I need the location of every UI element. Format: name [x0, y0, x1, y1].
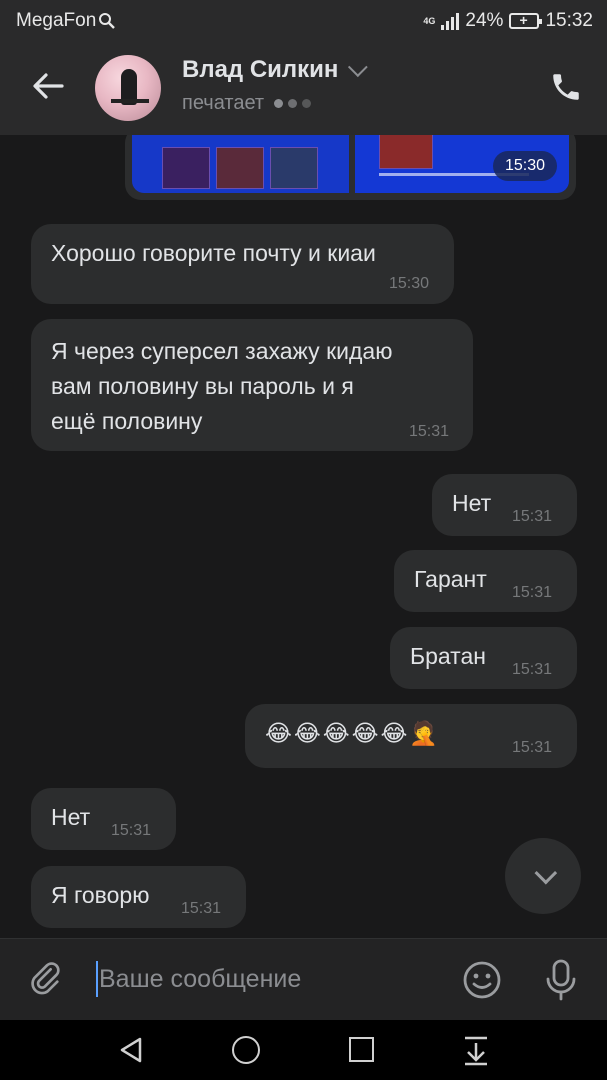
message-time: 15:30	[492, 151, 557, 181]
contact-name[interactable]: Влад Силкин	[182, 56, 369, 84]
photo-attachment[interactable]: 15:30	[355, 135, 569, 193]
typing-status-text: печатает	[182, 92, 265, 114]
message-text: Хорошо говорите почту и киаи	[51, 240, 376, 266]
text-caret	[96, 961, 98, 997]
carrier: MegaFon	[16, 10, 116, 32]
chevron-down-icon	[348, 57, 369, 78]
message-input[interactable]: Ваше сообщение	[96, 961, 301, 997]
microphone-icon[interactable]	[543, 958, 579, 1002]
chat-header: Влад Силкин печатает	[0, 42, 607, 135]
composer: Ваше сообщение	[0, 938, 607, 1021]
back-arrow-icon[interactable]	[30, 68, 66, 104]
typing-status: печатает	[182, 92, 312, 115]
message-incoming[interactable]: Хорошо говорите почту и киаи 15:30	[31, 224, 454, 304]
message-time: 15:31	[111, 822, 152, 839]
carrier-name: MegaFon	[16, 10, 97, 31]
message-list[interactable]: 15:30 Хорошо говорите почту и киаи 15:30…	[0, 135, 607, 938]
message-time: 15:31	[512, 661, 553, 678]
search-icon	[99, 13, 116, 29]
message-text: 😂😂😂😂😂🤦	[265, 721, 441, 747]
nav-notifications-icon[interactable]	[462, 1034, 490, 1066]
message-text: Я говорю	[51, 882, 150, 908]
battery-icon: +	[509, 12, 543, 29]
scroll-down-icon	[534, 861, 558, 885]
message-text: Нет	[452, 490, 492, 516]
smile-icon[interactable]	[462, 960, 502, 1000]
message-time: 15:31	[409, 423, 450, 440]
status-indicators: 4G 24% + 15:32	[423, 10, 593, 32]
message-time: 15:31	[512, 584, 553, 601]
typing-dots-icon	[274, 99, 312, 108]
network-type: 4G	[423, 15, 436, 26]
message-line: Я через суперсел захажу кидаю	[51, 338, 393, 364]
message-time: 15:30	[389, 275, 430, 292]
message-incoming[interactable]: Я через суперсел захажу кидаю вам полови…	[31, 319, 473, 451]
message-outgoing[interactable]: Нет 15:31	[432, 474, 577, 536]
signal-icon	[441, 12, 460, 30]
message-incoming[interactable]: Я говорю 15:31	[31, 866, 246, 928]
message-line: вам половину вы пароль и я	[51, 373, 354, 399]
message-incoming[interactable]: Нет 15:31	[31, 788, 176, 850]
avatar-desk	[111, 99, 149, 103]
battery-percent: 24%	[465, 10, 504, 31]
message-text: Нет	[51, 804, 91, 830]
system-nav-bar	[0, 1020, 607, 1080]
message-time: 15:31	[512, 739, 553, 756]
message-input-placeholder: Ваше сообщение	[99, 964, 302, 993]
message-outgoing[interactable]: Братан 15:31	[390, 627, 577, 689]
message-outgoing[interactable]: Гарант 15:31	[394, 550, 577, 612]
clock: 15:32	[545, 10, 593, 31]
message-outgoing[interactable]: 😂😂😂😂😂🤦 15:31	[245, 704, 577, 768]
paperclip-icon[interactable]	[28, 959, 68, 999]
message-time: 15:31	[512, 508, 553, 525]
message-time: 15:31	[181, 900, 222, 917]
status-bar: MegaFon 4G 24% + 15:32	[0, 0, 607, 42]
nav-recents-icon[interactable]	[349, 1037, 374, 1062]
phone-icon[interactable]	[549, 70, 583, 104]
message-text: Гарант	[414, 566, 487, 592]
nav-home-icon[interactable]	[232, 1036, 260, 1064]
message-line: ещё половину	[51, 408, 203, 434]
contact-name-text: Влад Силкин	[182, 56, 339, 83]
nav-back-icon[interactable]	[118, 1036, 146, 1064]
avatar[interactable]	[95, 55, 161, 121]
message-text: Братан	[410, 643, 486, 669]
scroll-down-button[interactable]	[505, 838, 581, 914]
message-text: Я через суперсел захажу кидаю вам полови…	[51, 334, 392, 439]
photo-message[interactable]: 15:30	[125, 135, 576, 200]
photo-attachment[interactable]	[132, 135, 349, 193]
